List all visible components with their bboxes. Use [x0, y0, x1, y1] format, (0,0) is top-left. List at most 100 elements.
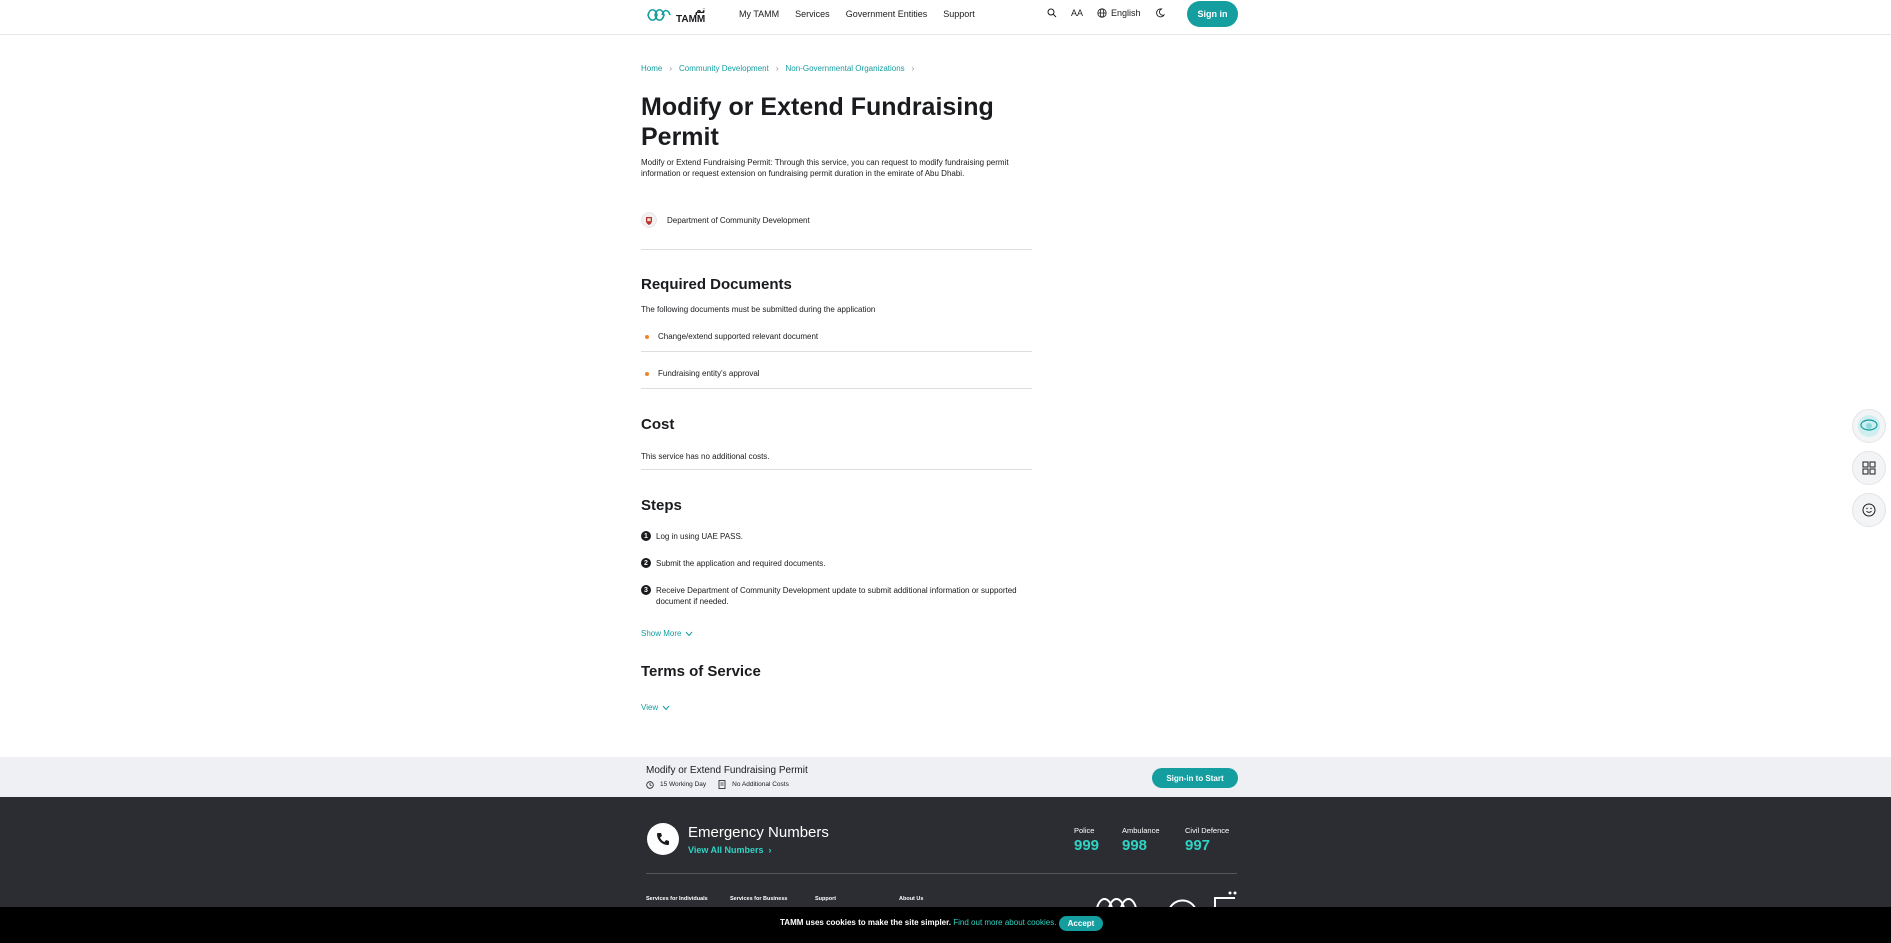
font-size-button[interactable]: AA	[1071, 8, 1083, 18]
apps-grid-button[interactable]	[1852, 451, 1886, 485]
chevron-right-icon: ›	[775, 64, 779, 73]
emergency-phone-badge	[647, 823, 679, 855]
page-title: Modify or Extend Fundraising Permit	[641, 93, 994, 151]
accept-cookies-button[interactable]: Accept	[1059, 916, 1103, 931]
tamm-logo-mark-icon	[647, 8, 671, 22]
assistant-avatar-button[interactable]	[1852, 409, 1886, 443]
top-header: تم TAMM My TAMM Services Government Enti…	[0, 0, 1891, 35]
breadcrumb-community-development[interactable]: Community Development	[679, 64, 769, 73]
footer-tamm-logo-icon	[1096, 891, 1237, 908]
nav-government-entities[interactable]: Government Entities	[846, 9, 928, 19]
search-button[interactable]	[1047, 8, 1057, 18]
bullet-icon	[645, 371, 649, 376]
service-bar-title: Modify or Extend Fundraising Permit	[646, 765, 808, 776]
breadcrumb: Home › Community Development › Non-Gover…	[641, 64, 914, 73]
service-action-bar	[0, 757, 1891, 797]
view-all-numbers-label: View All Numbers	[688, 845, 764, 855]
emergency-numbers-title: Emergency Numbers	[688, 824, 829, 841]
bullet-icon	[645, 334, 649, 339]
clock-icon	[646, 780, 654, 789]
footer-column-business[interactable]: Services for Business	[730, 896, 787, 902]
grid-icon	[1862, 461, 1876, 475]
required-documents-intro: The following documents must be submitte…	[641, 305, 876, 314]
terms-view-label: View	[641, 703, 659, 712]
chevron-right-icon: ›	[669, 64, 673, 73]
phone-icon	[657, 833, 669, 845]
step-text: Log in using UAE PASS.	[656, 532, 744, 541]
emergency-number-label: Civil Defence	[1185, 826, 1230, 835]
sign-in-to-start-button[interactable]: Sign-in to Start	[1152, 768, 1238, 788]
steps-heading: Steps	[641, 497, 682, 514]
smiley-icon	[1862, 503, 1876, 517]
department-name: Department of Community Development	[667, 215, 810, 225]
chevron-right-icon: ›	[768, 845, 772, 855]
language-button[interactable]: English	[1097, 8, 1141, 18]
service-cost: No Additional Costs	[732, 781, 789, 788]
breadcrumb-ngo[interactable]: Non-Governmental Organizations	[786, 64, 905, 73]
step-number: 2	[641, 558, 651, 568]
footer-divider	[646, 873, 1237, 874]
emergency-number-civil-defence[interactable]: Civil Defence 997	[1185, 826, 1229, 854]
footer-column-support[interactable]: Support	[815, 896, 836, 902]
cost-heading: Cost	[641, 416, 675, 433]
footer-column-individuals[interactable]: Services for Individuals	[646, 896, 708, 902]
service-bar-meta: 15 Working Day No Additional Costs	[646, 780, 789, 789]
emergency-number-value: 998	[1122, 837, 1148, 854]
nav-services[interactable]: Services	[795, 9, 830, 19]
chevron-right-icon: ›	[911, 64, 915, 73]
page-description: Modify or Extend Fundraising Permit: Thr…	[641, 158, 1009, 178]
terms-view-button[interactable]: View	[641, 703, 670, 712]
dark-mode-button[interactable]	[1155, 8, 1165, 18]
step-number: 1	[641, 531, 651, 541]
logo-text: TAMM	[676, 14, 706, 25]
nav-support[interactable]: Support	[943, 9, 975, 19]
language-label: English	[1111, 8, 1141, 18]
document-item: Change/extend supported relevant documen…	[645, 332, 818, 341]
service-duration: 15 Working Day	[660, 781, 707, 788]
step-item: 2 Submit the application and required do…	[641, 558, 1033, 569]
department-emblem-icon	[641, 212, 657, 228]
moon-icon	[1155, 8, 1165, 18]
terms-heading: Terms of Service	[641, 663, 761, 680]
header-tools: AA English	[1047, 8, 1165, 18]
divider	[641, 388, 1032, 389]
emergency-number-police[interactable]: Police 999	[1074, 826, 1099, 854]
department-entity[interactable]: Department of Community Development	[641, 212, 810, 228]
divider	[641, 351, 1032, 352]
document-item-label: Fundraising entity's approval	[658, 369, 760, 378]
show-more-button[interactable]: Show More	[641, 629, 693, 638]
emergency-number-value: 999	[1074, 837, 1100, 854]
feedback-button[interactable]	[1852, 493, 1886, 527]
tamm-logo[interactable]: تم TAMM	[646, 5, 705, 25]
cookie-text: TAMM uses cookies to make the site simpl…	[780, 918, 952, 927]
breadcrumb-home[interactable]: Home	[641, 64, 662, 73]
emergency-number-ambulance[interactable]: Ambulance 998	[1122, 826, 1160, 854]
step-item: 1 Log in using UAE PASS.	[641, 531, 1033, 542]
required-documents-heading: Required Documents	[641, 276, 792, 293]
sign-in-button[interactable]: Sign in	[1187, 1, 1238, 27]
emergency-number-label: Ambulance	[1122, 826, 1160, 835]
receipt-icon	[718, 780, 726, 789]
chevron-down-icon	[686, 631, 693, 636]
divider	[641, 249, 1032, 250]
emergency-number-label: Police	[1074, 826, 1095, 835]
step-item: 3 Receive Department of Community Develo…	[641, 585, 1033, 607]
assistant-avatar-icon	[1858, 415, 1880, 437]
search-icon	[1047, 8, 1057, 18]
footer-column-about[interactable]: About Us	[899, 896, 923, 902]
divider	[641, 469, 1032, 470]
view-all-numbers-link[interactable]: View All Numbers ›	[688, 845, 772, 855]
show-more-label: Show More	[641, 629, 682, 638]
cost-text: This service has no additional costs.	[641, 452, 770, 461]
step-text: Submit the application and required docu…	[656, 559, 826, 568]
nav-my-tamm[interactable]: My TAMM	[739, 9, 779, 19]
step-number: 3	[641, 585, 651, 595]
step-text: Receive Department of Community Developm…	[656, 586, 1017, 606]
cookie-message: TAMM uses cookies to make the site simpl…	[780, 918, 1056, 927]
chevron-down-icon	[662, 705, 670, 710]
globe-icon	[1097, 8, 1107, 18]
document-item-label: Change/extend supported relevant documen…	[658, 332, 819, 341]
document-item: Fundraising entity's approval	[645, 369, 760, 378]
main-nav: My TAMM Services Government Entities Sup…	[739, 9, 975, 19]
cookie-policy-link[interactable]: Find out more about cookies.	[953, 918, 1056, 927]
